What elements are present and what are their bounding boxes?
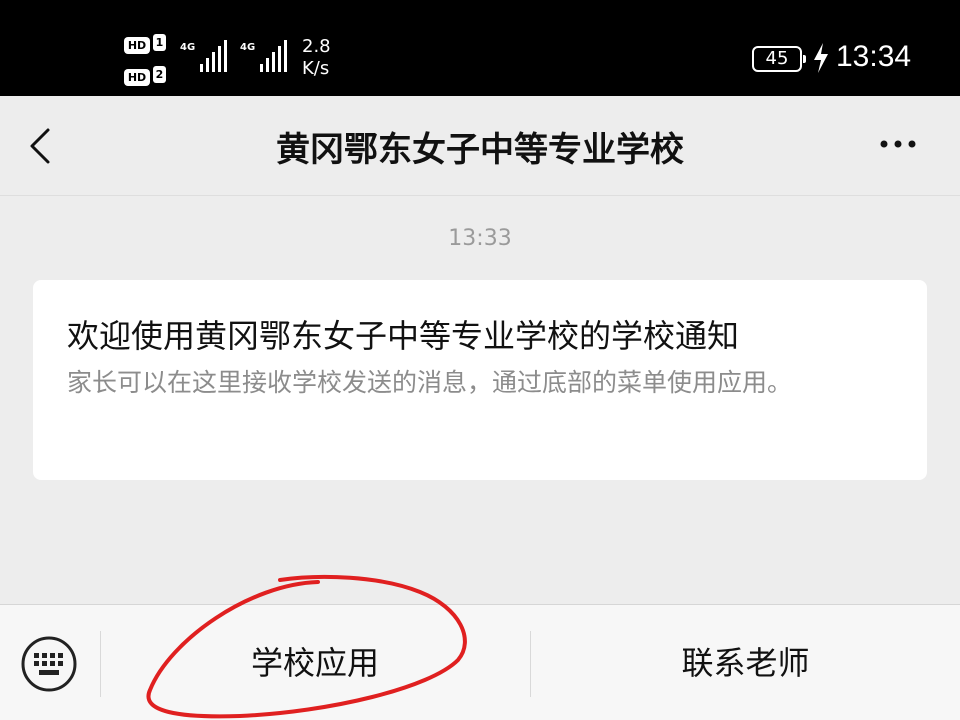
- battery-indicator: 45: [752, 46, 806, 72]
- message-card: 欢迎使用黄冈鄂东女子中等专业学校的学校通知 家长可以在这里接收学校发送的消息，通…: [33, 280, 927, 480]
- network-type-2: 4G: [240, 42, 256, 53]
- sim-indicators: HD 1 HD 2: [124, 34, 166, 92]
- keyboard-icon[interactable]: [20, 635, 78, 693]
- signal-icon: 4G: [180, 40, 230, 72]
- hd-badge-2: HD: [124, 69, 150, 86]
- bottom-menu-bar: 学校应用 联系老师: [0, 604, 960, 720]
- speed-unit: K/s: [302, 58, 330, 79]
- menu-item-contact-teacher[interactable]: 联系老师: [531, 605, 960, 720]
- network-speed: 2.8 K/s: [302, 36, 331, 80]
- speed-value: 2.8: [302, 36, 331, 57]
- status-time: 13:34: [836, 40, 912, 73]
- more-icon[interactable]: [876, 132, 920, 156]
- sim-2-badge: 2: [153, 66, 166, 83]
- signal-icon: 4G: [240, 40, 290, 72]
- hd-badge-1: HD: [124, 37, 150, 54]
- message-title: 欢迎使用黄冈鄂东女子中等专业学校的学校通知: [67, 317, 740, 355]
- message-timestamp: 13:33: [448, 226, 512, 251]
- menu-item-school-apps[interactable]: 学校应用: [101, 605, 529, 720]
- network-type-1: 4G: [180, 42, 196, 53]
- page-title: 黄冈鄂东女子中等专业学校: [276, 130, 684, 170]
- message-body: 家长可以在这里接收学校发送的消息，通过底部的菜单使用应用。: [67, 368, 793, 397]
- navbar: 黄冈鄂东女子中等专业学校: [0, 96, 960, 196]
- charging-icon: [814, 43, 828, 73]
- sim-1-badge: 1: [153, 34, 166, 51]
- status-bar: HD 1 HD 2 4G 4G 2.8 K/s 45 13:34: [0, 0, 960, 96]
